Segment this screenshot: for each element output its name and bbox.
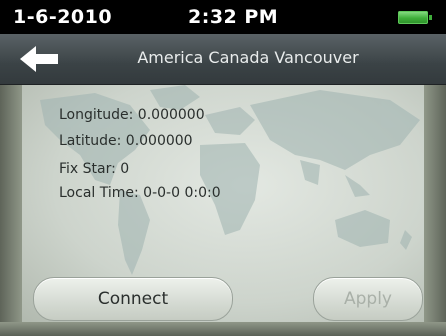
header-bar: America Canada Vancouver (0, 34, 446, 85)
status-date: 1-6-2010 (13, 6, 113, 28)
gps-screen: 1-6-2010 2:32 PM America Canada Vancouve… (0, 0, 446, 336)
apply-button[interactable]: Apply (313, 277, 423, 321)
back-button[interactable] (18, 44, 62, 74)
status-time: 2:32 PM (188, 6, 279, 28)
local-time-label: Local Time: 0-0-0 0:0:0 (59, 185, 221, 201)
frame-left (0, 85, 22, 336)
back-arrow-icon (20, 46, 58, 72)
battery-icon (398, 11, 432, 24)
fix-star-label: Fix Star: 0 (59, 161, 130, 177)
frame-right (424, 85, 446, 336)
frame-bottom (0, 322, 446, 336)
map-panel: Longitude: 0.000000 Latitude: 0.000000 F… (0, 85, 446, 336)
location-title: America Canada Vancouver (137, 48, 359, 67)
status-bar: 1-6-2010 2:32 PM (0, 0, 446, 34)
connect-button[interactable]: Connect (33, 277, 233, 321)
latitude-label: Latitude: 0.000000 (59, 133, 193, 149)
longitude-label: Longitude: 0.000000 (59, 107, 205, 123)
